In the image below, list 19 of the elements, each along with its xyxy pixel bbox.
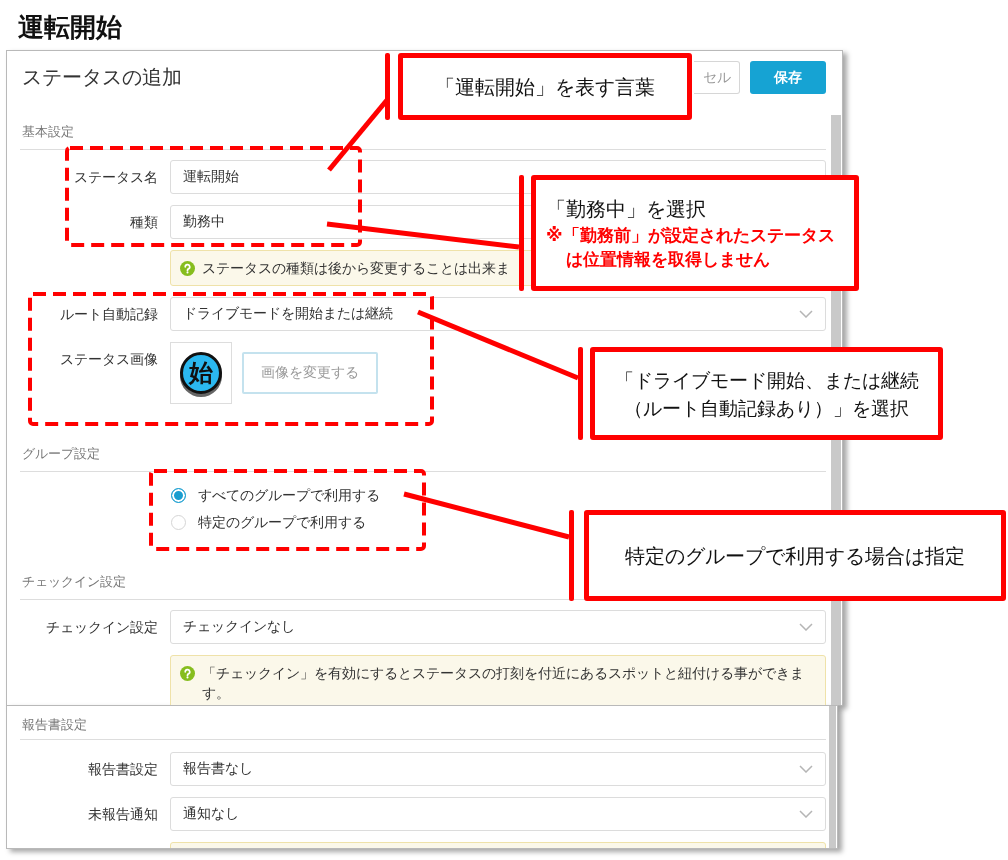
dialog-title: ステータスの追加 (22, 64, 182, 91)
field-label: チェックイン設定 (46, 619, 158, 635)
field-label: 未報告通知 (88, 806, 158, 822)
callout-text: 「ドライブモード開始、または継続（ルート自動記録あり）」を選択 (613, 367, 920, 421)
status-badge: 始 (180, 352, 222, 394)
page-title: 運転開始 (18, 12, 122, 42)
section-heading: 基本設定 (22, 124, 74, 139)
field-label: ステータス画像 (60, 351, 158, 367)
field-label: ルート自動記録 (60, 306, 158, 322)
field-label: 種類 (130, 214, 158, 230)
help-text: ステータスの種類は後から変更することは出来ま (202, 259, 510, 278)
field-label: ステータス名 (74, 169, 158, 185)
section-heading: 報告書設定 (22, 717, 87, 732)
callout-text: 「運転開始」を表す言葉 (435, 73, 655, 101)
help-text: 「チェックイン」を有効にするとステータスの打刻を付近にあるスポットと紐付ける事ができます。 (202, 664, 805, 703)
callout-text: 特定のグループで利用する場合は指定 (625, 542, 965, 570)
section-heading: チェックイン設定 (22, 574, 126, 589)
section-heading: グループ設定 (22, 446, 100, 461)
field-label: 報告書設定 (88, 761, 158, 777)
